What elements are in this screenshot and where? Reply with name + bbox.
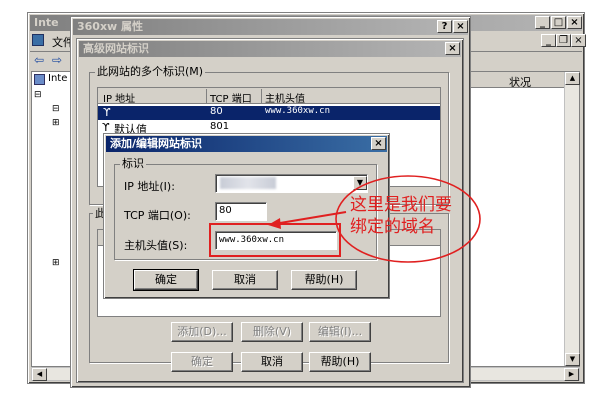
- highlight-box: [209, 223, 341, 257]
- annotation-arrow: [273, 211, 347, 225]
- annotation-line-2: 绑定的域名: [350, 217, 435, 237]
- annotation-overlay: [209, 175, 481, 263]
- annotation-text: 这里是我们要 绑定的域名: [350, 194, 470, 238]
- annotation-line-1: 这里是我们要: [350, 195, 452, 215]
